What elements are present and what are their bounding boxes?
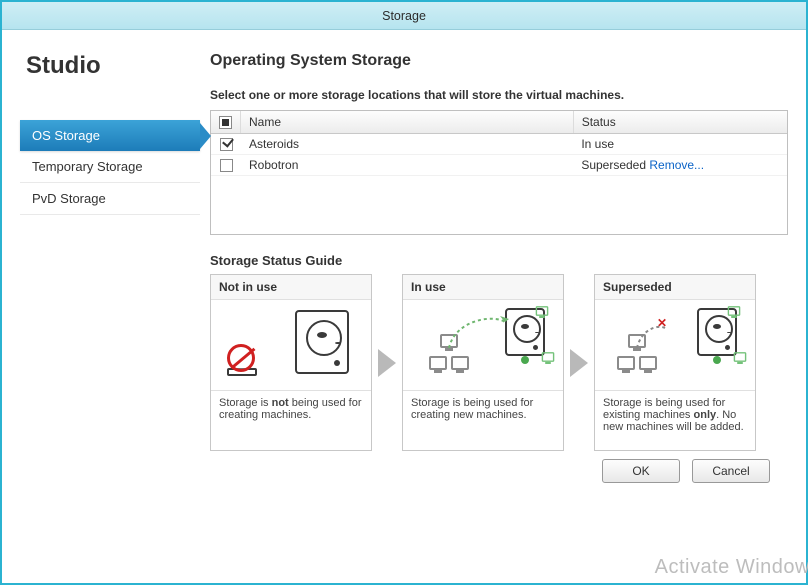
guide-title: Storage Status Guide bbox=[210, 253, 788, 268]
curve-arrow-icon bbox=[447, 314, 507, 354]
pc-icon bbox=[542, 352, 555, 362]
row-name: Asteroids bbox=[241, 134, 573, 154]
select-all-checkbox[interactable] bbox=[219, 116, 232, 129]
pc-icon bbox=[639, 356, 657, 370]
card-title: Not in use bbox=[211, 275, 371, 300]
sidebar-item-label: OS Storage bbox=[32, 128, 100, 143]
guide-card-in-use: In use bbox=[402, 274, 564, 451]
card-body: ✕ bbox=[595, 300, 755, 390]
table-row[interactable]: Robotron Superseded Remove... bbox=[211, 155, 787, 176]
sidebar-item-pvd-storage[interactable]: PvD Storage bbox=[20, 183, 200, 215]
page-title: Operating System Storage bbox=[210, 52, 788, 70]
row-status: In use bbox=[573, 134, 787, 154]
cancel-button[interactable]: Cancel bbox=[692, 459, 770, 483]
disk-icon bbox=[295, 310, 349, 374]
pc-icon bbox=[728, 306, 741, 316]
card-title: In use bbox=[403, 275, 563, 300]
remove-link[interactable]: Remove... bbox=[649, 158, 704, 172]
prohibited-icon bbox=[227, 344, 255, 372]
storage-dialog: Storage Studio OS Storage Temporary Stor… bbox=[0, 0, 808, 585]
pc-icon bbox=[429, 356, 447, 370]
pc-icon bbox=[536, 306, 549, 316]
card-body bbox=[403, 300, 563, 390]
titlebar: Storage bbox=[2, 2, 806, 30]
card-body bbox=[211, 300, 371, 390]
window-title: Storage bbox=[382, 9, 426, 23]
guide-row: Not in use Storage is not being used for… bbox=[210, 274, 788, 451]
row-checkbox[interactable] bbox=[220, 159, 233, 172]
dialog-footer: OK Cancel bbox=[210, 451, 788, 497]
sidebar-item-os-storage[interactable]: OS Storage bbox=[20, 120, 200, 151]
curve-arrow-icon bbox=[635, 322, 675, 352]
storage-table: Name Status Asteroids In use Robotron bbox=[210, 110, 788, 235]
pc-icon bbox=[617, 356, 635, 370]
pc-icon bbox=[451, 356, 469, 370]
pc-icon bbox=[734, 352, 747, 362]
header-select-all[interactable] bbox=[211, 111, 241, 133]
guide-card-not-in-use: Not in use Storage is not being used for… bbox=[210, 274, 372, 451]
arrow-right-icon bbox=[570, 349, 588, 377]
sidebar: Studio OS Storage Temporary Storage PvD … bbox=[20, 48, 200, 569]
main-panel: Operating System Storage Select one or m… bbox=[210, 48, 788, 569]
sidebar-item-temporary-storage[interactable]: Temporary Storage bbox=[20, 151, 200, 183]
dot-icon bbox=[713, 356, 721, 364]
sidebar-item-label: PvD Storage bbox=[32, 191, 106, 206]
dot-icon bbox=[521, 356, 529, 364]
table-body: Asteroids In use Robotron Superseded Rem… bbox=[211, 134, 787, 176]
row-status: Superseded Remove... bbox=[573, 155, 787, 175]
column-header-name[interactable]: Name bbox=[241, 111, 574, 133]
card-text: Storage is not being used for creating m… bbox=[211, 390, 371, 450]
sidebar-item-label: Temporary Storage bbox=[32, 159, 143, 174]
table-header: Name Status bbox=[211, 111, 787, 134]
row-checkbox[interactable] bbox=[220, 138, 233, 151]
ok-button[interactable]: OK bbox=[602, 459, 680, 483]
card-text: Storage is being used for creating new m… bbox=[403, 390, 563, 450]
column-header-status[interactable]: Status bbox=[574, 111, 787, 133]
sidebar-heading: Studio bbox=[26, 52, 200, 80]
row-name: Robotron bbox=[241, 155, 573, 175]
table-row[interactable]: Asteroids In use bbox=[211, 134, 787, 155]
dialog-body: Studio OS Storage Temporary Storage PvD … bbox=[2, 30, 806, 583]
card-text: Storage is being used for existing machi… bbox=[595, 390, 755, 450]
guide-card-superseded: Superseded ✕ bbox=[594, 274, 756, 451]
card-title: Superseded bbox=[595, 275, 755, 300]
instruction-text: Select one or more storage locations tha… bbox=[210, 88, 788, 102]
arrow-right-icon bbox=[378, 349, 396, 377]
